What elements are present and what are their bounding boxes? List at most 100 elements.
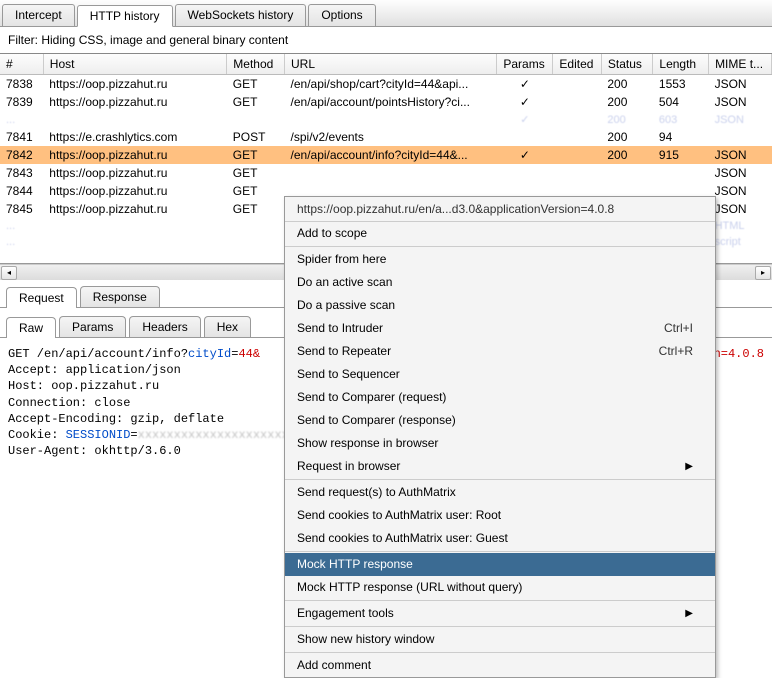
scroll-left-icon[interactable]: ◂ xyxy=(1,266,17,280)
menu-label: Spider from here xyxy=(297,252,386,266)
scroll-right-icon[interactable]: ▸ xyxy=(755,266,771,280)
menu-item[interactable]: Engagement tools▶ xyxy=(285,602,715,625)
table-row[interactable]: 7841https://e.crashlytics.comPOST/spi/v2… xyxy=(0,128,772,146)
raw-param-name: cityId xyxy=(188,347,231,361)
cell-mime: HTML xyxy=(709,218,772,234)
tab-options[interactable]: Options xyxy=(308,4,375,26)
col-params[interactable]: Params xyxy=(497,54,553,75)
cell-edited xyxy=(553,111,601,128)
tab-headers[interactable]: Headers xyxy=(129,316,200,337)
menu-label: Send to Intruder xyxy=(297,321,383,335)
col-url[interactable]: URL xyxy=(285,54,497,75)
cell-url xyxy=(285,111,497,128)
menu-item[interactable]: Send to Repeater Ctrl+R xyxy=(285,340,715,363)
menu-item[interactable]: Do an active scan xyxy=(285,271,715,294)
tab-params[interactable]: Params xyxy=(59,316,126,337)
raw-line: GET /en/api/account/info? xyxy=(8,347,188,361)
menu-item[interactable]: Send request(s) to AuthMatrix xyxy=(285,481,715,504)
cell-host: https://oop.pizzahut.ru xyxy=(43,146,227,164)
col-length[interactable]: Length xyxy=(653,54,709,75)
menu-item[interactable]: Send to Sequencer xyxy=(285,363,715,386)
menu-label: Show new history window xyxy=(297,632,434,646)
col-method[interactable]: Method xyxy=(227,54,285,75)
col-status[interactable]: Status xyxy=(601,54,653,75)
cell-edited xyxy=(553,93,601,111)
menu-label: Request in browser xyxy=(297,459,400,473)
cell-mime: JSON xyxy=(709,182,772,200)
menu-separator xyxy=(285,479,715,480)
cell-length: 1553 xyxy=(653,75,709,94)
raw-line: User-Agent: okhttp/3.6.0 xyxy=(8,444,181,458)
menu-item[interactable]: Show new history window xyxy=(285,628,715,651)
menu-label: Send to Repeater xyxy=(297,344,391,358)
table-row[interactable]: ... ✓200603JSON xyxy=(0,111,772,128)
tab-response[interactable]: Response xyxy=(80,286,160,307)
cell-method: GET xyxy=(227,146,285,164)
menu-separator xyxy=(285,551,715,552)
col-mime[interactable]: MIME t... xyxy=(709,54,772,75)
menu-item[interactable]: Request in browser ▶ xyxy=(285,455,715,478)
menu-item[interactable]: Add comment xyxy=(285,654,715,677)
menu-item[interactable]: Send to Intruder Ctrl+I xyxy=(285,317,715,340)
cell-num: 7838 xyxy=(0,75,43,94)
menu-item[interactable]: Send to Comparer (request) xyxy=(285,386,715,409)
col-edited[interactable]: Edited xyxy=(553,54,601,75)
menu-item[interactable]: Send to Comparer (response) xyxy=(285,409,715,432)
filter-bar[interactable]: Filter: Hiding CSS, image and general bi… xyxy=(0,27,772,54)
menu-item[interactable]: Add to scope xyxy=(285,222,715,245)
raw-right-fragment: n=4.0.8 xyxy=(714,346,764,362)
cell-method xyxy=(227,234,285,250)
table-row[interactable]: 7843https://oop.pizzahut.ruGETJSON xyxy=(0,164,772,182)
tab-websockets-history[interactable]: WebSockets history xyxy=(175,4,307,26)
raw-line: Host: oop.pizzahut.ru xyxy=(8,379,159,393)
cell-num: 7839 xyxy=(0,93,43,111)
menu-item[interactable]: Spider from here xyxy=(285,248,715,271)
submenu-arrow-icon: ▶ xyxy=(685,461,693,472)
cell-mime: JSON xyxy=(709,75,772,94)
cell-edited xyxy=(553,128,601,146)
tab-intercept[interactable]: Intercept xyxy=(2,4,75,26)
cell-method xyxy=(227,111,285,128)
menu-item[interactable]: Send cookies to AuthMatrix user: Guest xyxy=(285,527,715,550)
cell-num: 7841 xyxy=(0,128,43,146)
table-row[interactable]: 7838https://oop.pizzahut.ruGET/en/api/sh… xyxy=(0,75,772,94)
tab-request[interactable]: Request xyxy=(6,287,77,308)
raw-line: Cookie: xyxy=(8,428,66,442)
tab-raw[interactable]: Raw xyxy=(6,317,56,338)
cell-params: ✓ xyxy=(497,93,553,111)
col-number[interactable]: # xyxy=(0,54,43,75)
menu-shortcut: Ctrl+R xyxy=(659,344,693,358)
tab-hex[interactable]: Hex xyxy=(204,316,251,337)
cell-length: 94 xyxy=(653,128,709,146)
cell-mime: JSON xyxy=(709,200,772,218)
menu-item[interactable]: Do a passive scan xyxy=(285,294,715,317)
menu-item[interactable]: Show response in browser xyxy=(285,432,715,455)
menu-shortcut: Ctrl+I xyxy=(664,321,693,335)
table-row[interactable]: 7842https://oop.pizzahut.ruGET/en/api/ac… xyxy=(0,146,772,164)
menu-item[interactable]: Mock HTTP response xyxy=(285,553,715,576)
cell-mime xyxy=(709,128,772,146)
table-row[interactable]: 7839https://oop.pizzahut.ruGET/en/api/ac… xyxy=(0,93,772,111)
col-host[interactable]: Host xyxy=(43,54,227,75)
menu-label: Engagement tools xyxy=(297,606,394,620)
cell-num: 7844 xyxy=(0,182,43,200)
cell-length: 603 xyxy=(653,111,709,128)
cell-mime: JSON xyxy=(709,164,772,182)
menu-item[interactable]: Send cookies to AuthMatrix user: Root xyxy=(285,504,715,527)
menu-item[interactable]: Mock HTTP response (URL without query) xyxy=(285,576,715,599)
cell-status: 200 xyxy=(601,111,653,128)
cell-num: 7842 xyxy=(0,146,43,164)
cell-params: ✓ xyxy=(497,75,553,94)
cell-num: ... xyxy=(0,234,43,250)
tab-http-history[interactable]: HTTP history xyxy=(77,5,173,27)
cell-status: 200 xyxy=(601,146,653,164)
cell-host: https://oop.pizzahut.ru xyxy=(43,93,227,111)
cell-num: 7845 xyxy=(0,200,43,218)
menu-label: Show response in browser xyxy=(297,436,438,450)
context-menu: https://oop.pizzahut.ru/en/a...d3.0&appl… xyxy=(284,196,716,678)
cell-length xyxy=(653,164,709,182)
cell-status: 200 xyxy=(601,128,653,146)
cell-params: ✓ xyxy=(497,111,553,128)
cell-method: GET xyxy=(227,93,285,111)
cell-num: ... xyxy=(0,218,43,234)
